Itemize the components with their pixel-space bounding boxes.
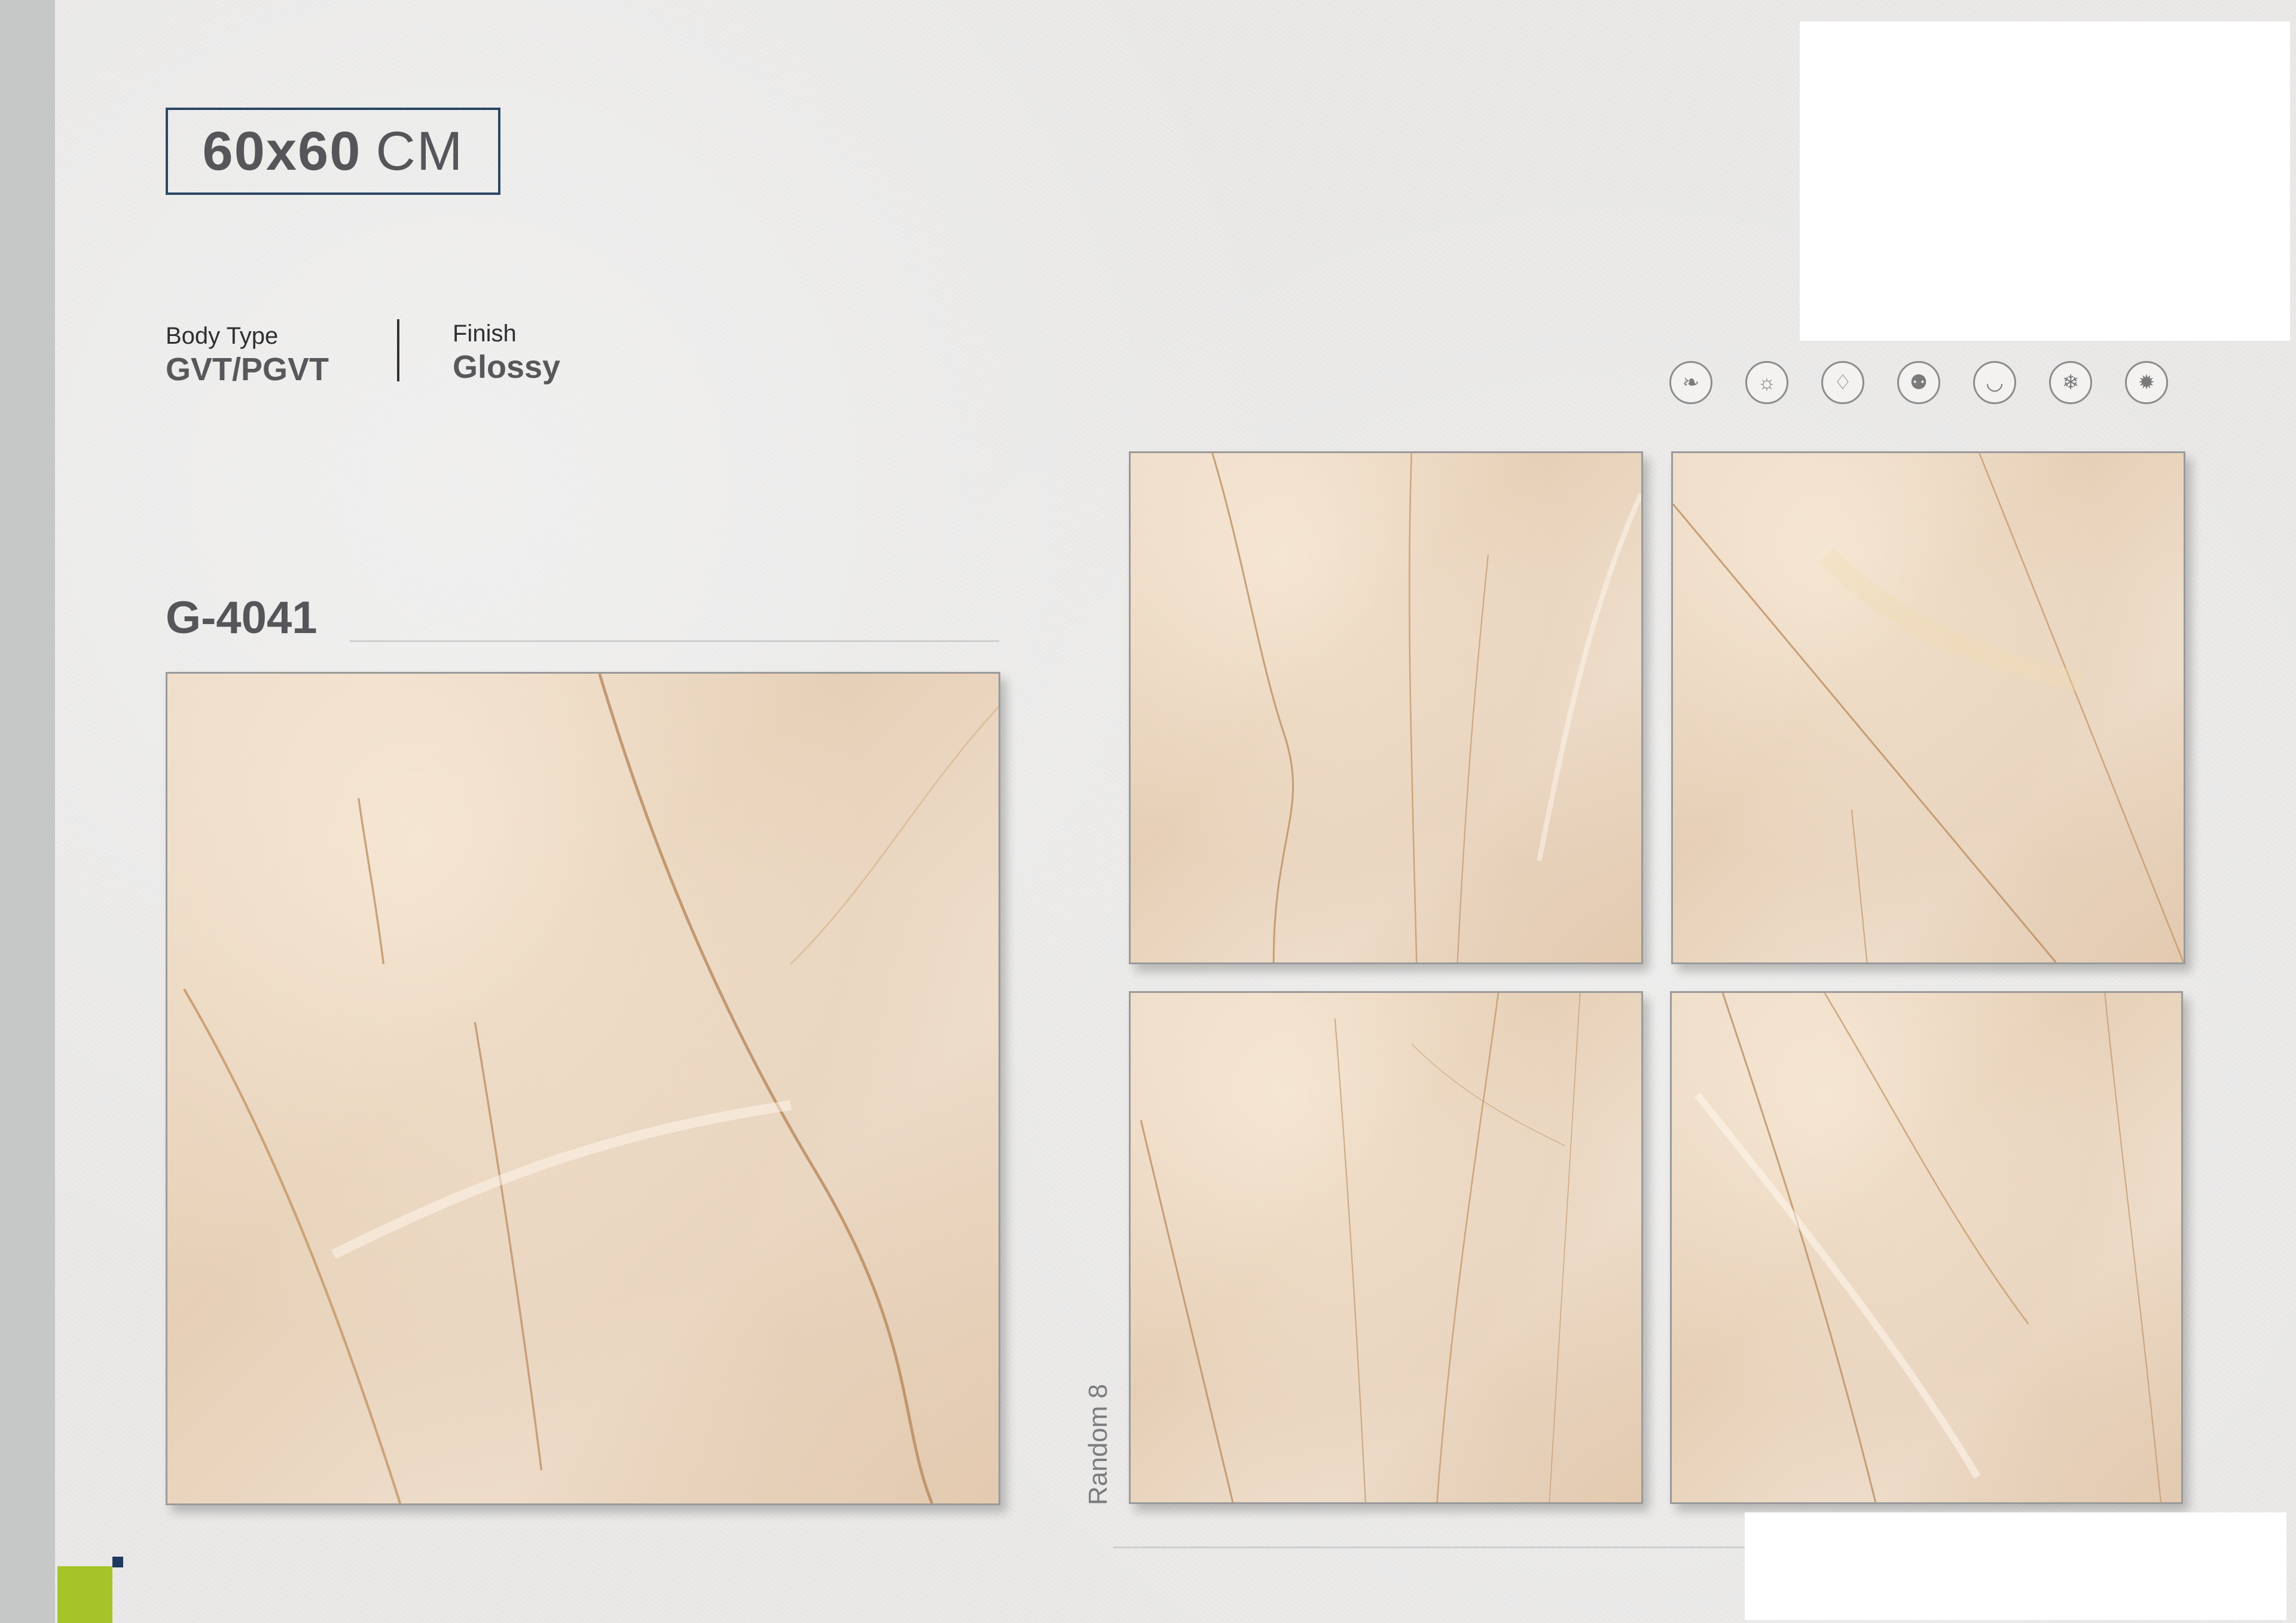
random-tile-1 [1129, 451, 1643, 964]
bathtub-icon: ◡ [1973, 361, 2016, 404]
feature-icons: ❧ ☼ ♢ ⚉ ◡ ❄ ✹ [1669, 361, 2168, 404]
size-badge: 60x60 CM [166, 108, 500, 195]
sun-icon: ☼ [1745, 361, 1788, 404]
people-icon: ⚉ [1897, 361, 1940, 404]
gear-icon: ✹ [2125, 361, 2168, 404]
leaf-icon: ❧ [1669, 361, 1712, 404]
green-accent-square [57, 1566, 112, 1623]
finish-label: Finish [453, 320, 517, 347]
water-drop-icon: ♢ [1821, 361, 1864, 404]
main-tile-image [166, 672, 1000, 1505]
footer-placeholder [1745, 1512, 2286, 1620]
random-label: Random 8 [1083, 1383, 1113, 1505]
body-type-label: Body Type [166, 323, 279, 349]
left-sidebar-strip [0, 0, 55, 1623]
logo-placeholder [1800, 22, 2290, 341]
finish-value: Glossy [453, 349, 561, 385]
bottom-rule [1113, 1546, 1747, 1548]
random-tile-4 [1670, 991, 2183, 1504]
navy-accent-square [112, 1557, 123, 1567]
random-tile-3 [1129, 991, 1643, 1504]
finish-spec: Finish Glossy [453, 320, 560, 386]
body-type-value: GVT/PGVT [166, 352, 329, 387]
size-value: 60x60 [202, 120, 362, 182]
snowflake-icon: ❄ [2049, 361, 2092, 404]
body-type-spec: Body Type GVT/PGVT [166, 323, 329, 388]
product-code-rule [350, 640, 999, 642]
random-tile-2 [1671, 451, 2185, 964]
product-code: G-4041 [166, 592, 317, 643]
size-unit: CM [375, 120, 464, 182]
spec-divider [397, 319, 399, 381]
